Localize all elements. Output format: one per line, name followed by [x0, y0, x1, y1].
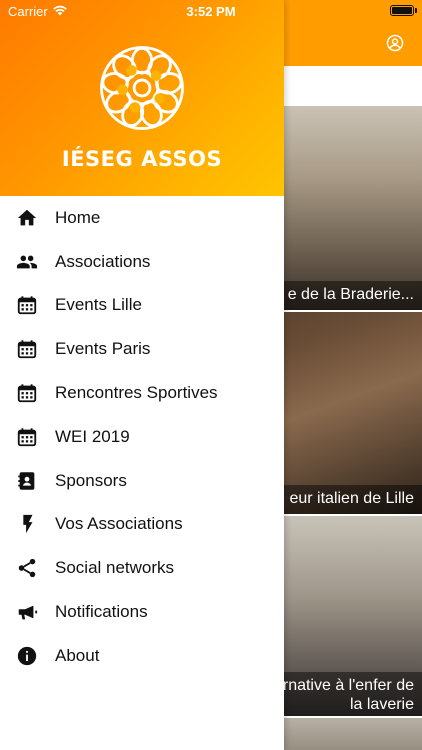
- menu-item-rencontres-sportives[interactable]: Rencontres Sportives: [0, 371, 284, 415]
- drawer-header: IÉSEG ASSOS: [0, 0, 284, 196]
- menu-item-label: Vos Associations: [55, 514, 183, 534]
- menu-item-label: WEI 2019: [55, 426, 130, 446]
- menu-item-label: Events Paris: [55, 339, 151, 359]
- menu-item-vos-associations[interactable]: Vos Associations: [0, 503, 284, 547]
- menu-item-sponsors[interactable]: Sponsors: [0, 459, 284, 503]
- menu-item-label: Sponsors: [55, 470, 127, 490]
- account-icon[interactable]: [386, 34, 404, 52]
- drawer-menu: Home Associations Events Lille Events Pa…: [0, 196, 284, 678]
- calendar-icon: [16, 294, 38, 316]
- calendar-icon: [16, 426, 38, 448]
- home-icon: [16, 207, 38, 229]
- megaphone-icon: [16, 601, 38, 623]
- brand-title: IÉSEG ASSOS: [61, 147, 223, 171]
- menu-item-social-networks[interactable]: Social networks: [0, 546, 284, 590]
- menu-item-notifications[interactable]: Notifications: [0, 590, 284, 634]
- flash-icon: [16, 513, 38, 535]
- status-bar: Carrier 3:52 PM: [0, 0, 422, 22]
- contacts-icon: [16, 470, 38, 492]
- menu-item-associations[interactable]: Associations: [0, 240, 284, 284]
- menu-item-label: Rencontres Sportives: [55, 383, 218, 403]
- menu-item-label: Notifications: [55, 602, 148, 622]
- battery-cap: [415, 8, 417, 13]
- share-icon: [16, 557, 38, 579]
- menu-item-wei-2019[interactable]: WEI 2019: [0, 415, 284, 459]
- menu-item-label: Associations: [55, 251, 151, 271]
- navigation-drawer: IÉSEG ASSOS Home Associations Events Lil…: [0, 0, 284, 750]
- calendar-icon: [16, 338, 38, 360]
- calendar-icon: [16, 382, 38, 404]
- people-icon: [16, 251, 38, 273]
- info-icon: [16, 645, 38, 667]
- menu-item-label: Events Lille: [55, 295, 142, 315]
- menu-item-label: Social networks: [55, 558, 175, 578]
- ieseg-logo-icon: [100, 46, 184, 130]
- battery-icon: [390, 5, 414, 16]
- status-time: 3:52 PM: [186, 4, 236, 19]
- menu-item-label: Home: [55, 207, 101, 227]
- menu-item-events-lille[interactable]: Events Lille: [0, 284, 284, 328]
- menu-item-home[interactable]: Home: [0, 196, 284, 240]
- menu-item-label: About: [55, 645, 100, 665]
- menu-item-events-paris[interactable]: Events Paris: [0, 327, 284, 371]
- menu-item-about[interactable]: About: [0, 634, 284, 678]
